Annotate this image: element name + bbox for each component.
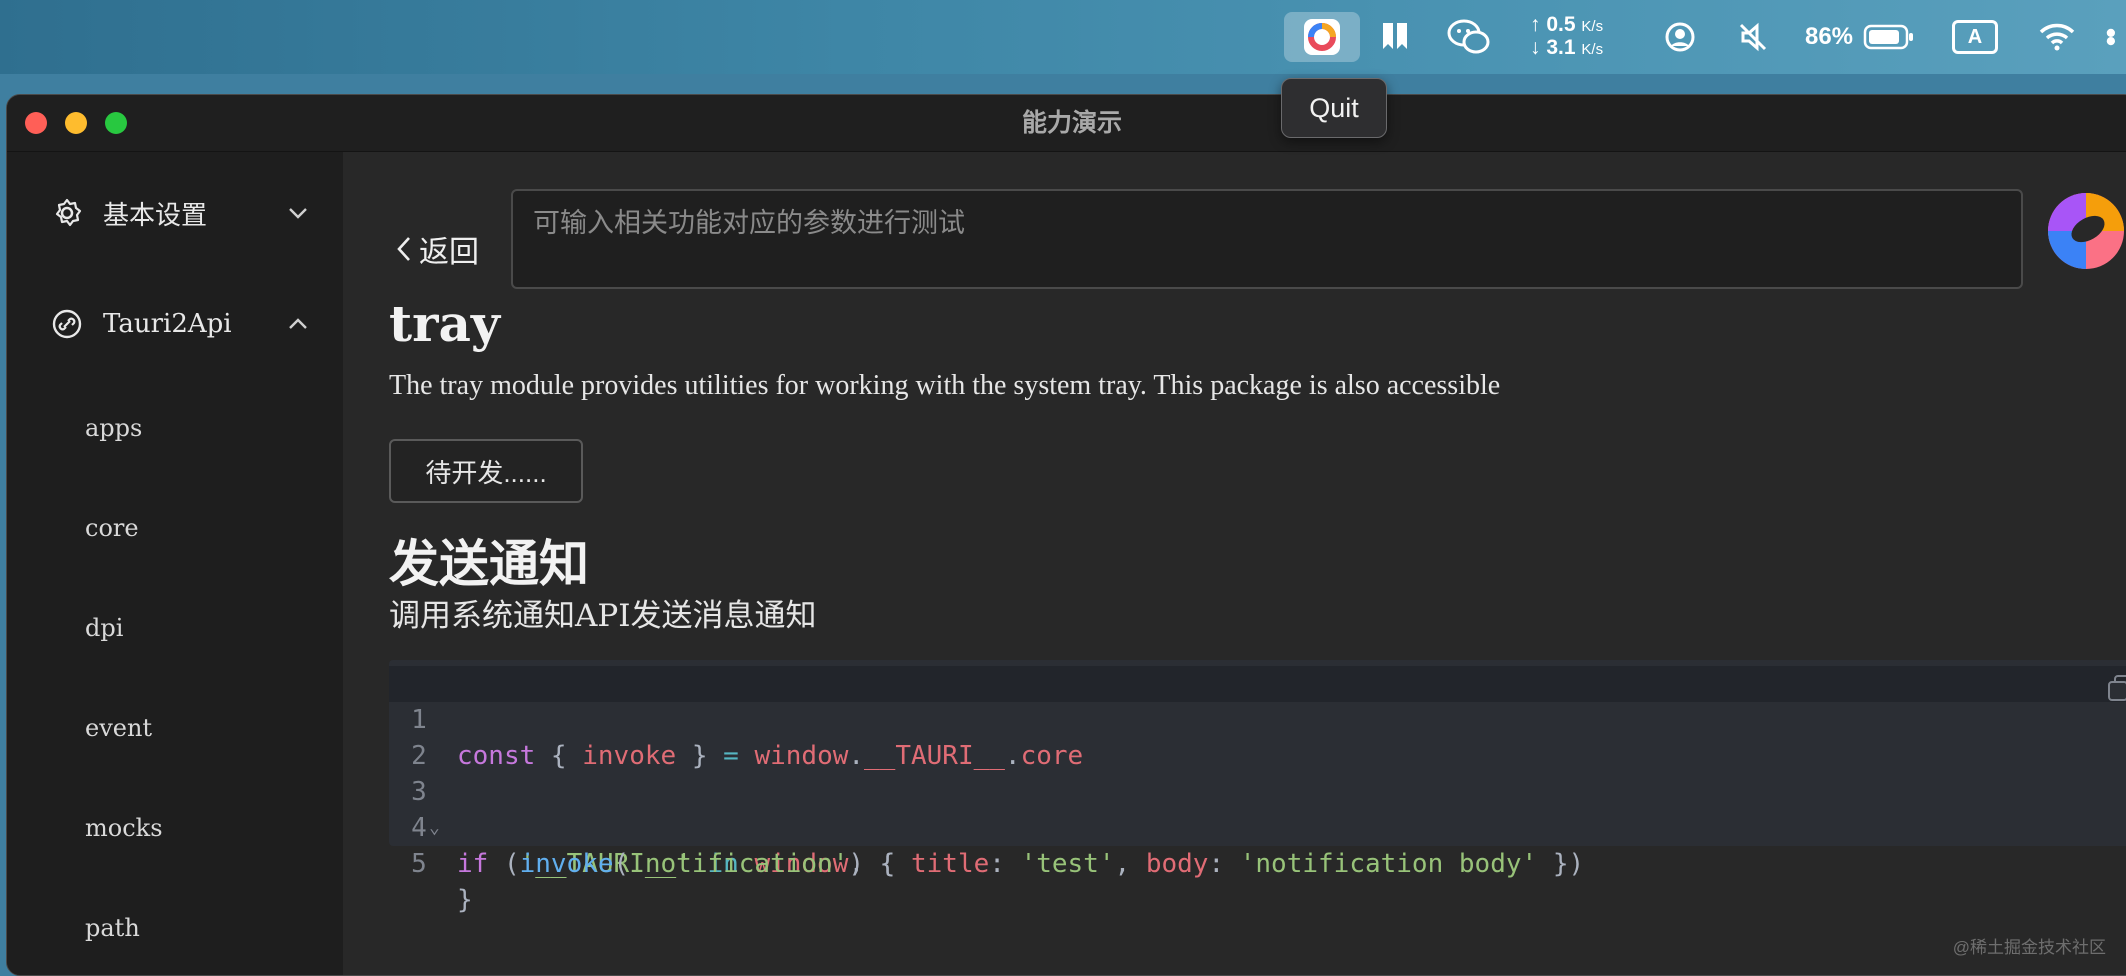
app-window: 能力演示 基本设置 Tauri2Api apps core dpi event … (6, 94, 2126, 976)
code-line: 5 } (389, 810, 514, 915)
menu-bar: ↑ 0.5 K/s ↓ 3.1 K/s 86% A (0, 0, 2126, 74)
link-icon (52, 309, 82, 339)
line-number: 5 (411, 849, 427, 879)
code-line: 3 ⌄ if ('__TAURI__' in window) { (389, 738, 895, 879)
code-line: 1 const { invoke } = window.__TAURI__.co… (389, 666, 1083, 771)
network-speed[interactable]: ↑ 0.5 K/s ↓ 3.1 K/s (1530, 0, 1620, 74)
battery-icon (1863, 24, 1914, 50)
input-source-label: A (1952, 20, 1998, 54)
gear-icon (55, 198, 82, 227)
sidebar-item-dpi[interactable]: dpi (85, 614, 123, 642)
sidebar-section-basic-settings[interactable]: 基本设置 (51, 188, 311, 238)
title-bar: 能力演示 (7, 95, 2126, 152)
user-icon[interactable] (1660, 0, 1700, 74)
net-unit: K/s (1581, 18, 1604, 35)
control-center-icon[interactable] (2104, 0, 2126, 74)
sidebar-item-event[interactable]: event (85, 714, 152, 742)
tray-section-description: The tray module provides utilities for w… (389, 370, 1501, 401)
sidebar-section-label: 基本设置 (103, 200, 208, 231)
chevron-down-icon (289, 208, 307, 219)
back-label: 返回 (419, 236, 479, 269)
pending-dev-button[interactable]: 待开发...... (389, 439, 583, 503)
sidebar-item-path[interactable]: path (85, 914, 140, 942)
notification-section-description: 调用系统通知API发送消息通知 (389, 598, 817, 634)
main-content: 返回 tray The tray module provides utiliti… (343, 152, 2126, 975)
chevron-up-icon (289, 318, 307, 329)
bookmark-icon[interactable] (1375, 0, 1415, 74)
code-block[interactable]: 1 const { invoke } = window.__TAURI__.co… (389, 660, 2126, 915)
tray-app-icon[interactable] (1284, 12, 1360, 62)
back-button[interactable]: 返回 (395, 227, 479, 271)
sidebar-item-core[interactable]: core (85, 514, 139, 542)
sidebar-section-tauri2api[interactable]: Tauri2Api (51, 299, 311, 349)
input-source[interactable]: A (1951, 0, 1999, 74)
sidebar-item-apps[interactable]: apps (85, 414, 142, 442)
code-line: 4 invoke('notification', { title: 'test'… (389, 774, 1584, 879)
active-line-highlight (389, 666, 2126, 702)
wifi-icon[interactable] (2037, 0, 2077, 74)
wechat-icon[interactable] (1443, 0, 1495, 74)
code-line: 2 (389, 702, 514, 771)
param-input[interactable] (511, 189, 2023, 289)
sidebar-item-mocks[interactable]: mocks (85, 814, 163, 842)
net-up-value: 0.5 (1546, 13, 1576, 36)
window-title: 能力演示 (1021, 109, 1122, 137)
tray-section-title: tray (389, 294, 500, 353)
notification-section-title: 发送通知 (389, 534, 589, 593)
copy-icon[interactable] (2107, 674, 2126, 702)
battery-percent: 86% (1804, 23, 1854, 50)
net-down-value: 3.1 (1546, 36, 1576, 59)
app-logo (2048, 193, 2124, 269)
battery-status[interactable]: 86% (1800, 0, 1920, 74)
quit-tooltip[interactable]: Quit (1281, 78, 1387, 138)
watermark: @稀土掘金技术社区 (1952, 938, 2106, 957)
net-unit: K/s (1581, 41, 1604, 58)
sidebar-section-label: Tauri2Api (103, 309, 232, 339)
mute-icon[interactable] (1733, 0, 1773, 74)
chevron-left-icon (397, 237, 410, 261)
sidebar: 基本设置 Tauri2Api apps core dpi event mocks… (7, 152, 343, 975)
